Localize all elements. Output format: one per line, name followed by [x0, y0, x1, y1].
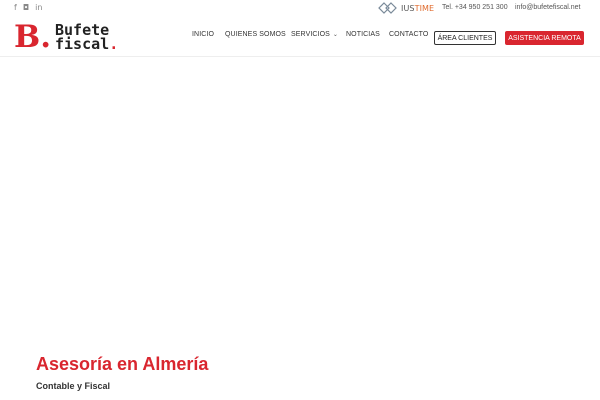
logo-letter: B.	[14, 19, 51, 55]
top-bar: f ◘ in IUSTIME Tel. +34 950 251 300 info…	[0, 0, 600, 17]
nav-item-noticias[interactable]: NOTICIAS	[346, 31, 380, 38]
phone-number[interactable]: Tel. +34 950 251 300	[442, 4, 508, 11]
site-logo[interactable]: B. Bufete fiscal.	[14, 19, 119, 55]
area-clientes-button[interactable]: ÁREA CLIENTES	[434, 31, 496, 45]
nav-item-servicios[interactable]: SERVICIOS ⌄	[291, 31, 338, 38]
nav-item-contacto[interactable]: CONTACTO	[389, 31, 428, 38]
chevron-down-icon: ⌄	[332, 31, 339, 38]
social-links: f ◘ in	[14, 3, 42, 13]
hero-section: Asesoría en Almería Contable y Fiscal	[0, 58, 600, 400]
facebook-icon[interactable]: f	[14, 3, 17, 13]
instagram-icon[interactable]: ◘	[23, 3, 29, 13]
asistencia-remota-button[interactable]: ASISTENCIA REMOTA	[505, 31, 584, 45]
hero-subtitle: Contable y Fiscal	[36, 381, 111, 391]
iustime-logo-icon	[378, 2, 397, 14]
partner-logo[interactable]: IUSTIME	[378, 2, 434, 14]
email-link[interactable]: info@bufetefiscal.net	[515, 4, 580, 11]
partner-name: IUSTIME	[401, 3, 435, 13]
nav-item-quienes-somos[interactable]: QUIENES SOMOS	[225, 31, 286, 38]
logo-words: Bufete fiscal.	[55, 23, 119, 53]
linkedin-icon[interactable]: in	[35, 3, 42, 13]
logo-word-fiscal: fiscal.	[55, 35, 119, 53]
hero-title: Asesoría en Almería	[36, 354, 209, 374]
nav-item-inicio[interactable]: INICIO	[192, 31, 214, 38]
